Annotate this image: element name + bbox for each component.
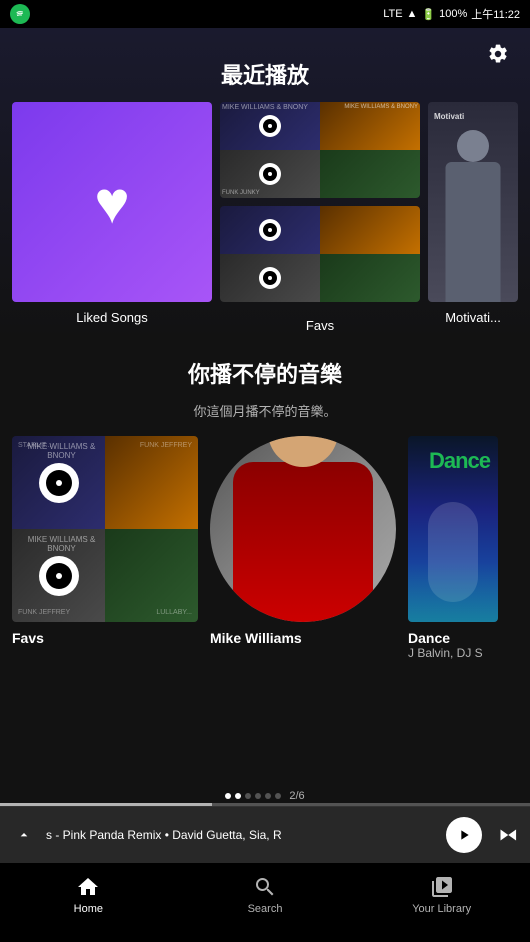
dot-2 (235, 793, 241, 799)
mike-williams-art (210, 436, 396, 622)
playback-controls (446, 817, 518, 853)
settings-button[interactable] (482, 38, 514, 70)
home-icon (76, 875, 100, 899)
heart-icon: ♥ (94, 168, 130, 237)
time: 上午11:22 (471, 6, 520, 22)
search-label: Search (248, 903, 283, 915)
network-type: LTE (383, 8, 402, 20)
play-item-favs-label: Favs (12, 630, 198, 646)
collapse-button[interactable] (12, 823, 36, 847)
motivation-art: Motivati (428, 102, 518, 302)
you-play-subtitle: 你這個月播不停的音樂。 (12, 401, 518, 420)
you-play-grid: MIKE WILLIAMS & BNONY FUNK JEFFREY LULLA… (12, 436, 518, 664)
recently-item-liked-songs[interactable]: ♥ Liked Songs (12, 102, 212, 333)
now-playing-track: s - Pink Panda Remix • David Guetta, Sia… (46, 828, 436, 842)
library-label: Your Library (412, 903, 471, 915)
dance-label: Dance (408, 630, 498, 646)
motivation-label: Motivati... (428, 310, 518, 325)
status-bar: LTE ▲ 🔋 100% 上午11:22 (0, 0, 530, 28)
play-item-dance[interactable]: Dance Dance J Balvin, DJ S (408, 436, 498, 660)
play-pause-button[interactable] (446, 817, 482, 853)
nav-item-home[interactable]: Home (0, 875, 177, 915)
now-playing-bar[interactable]: s - Pink Panda Remix • David Guetta, Sia… (0, 806, 530, 862)
you-play-section: 你播不停的音樂 你這個月播不停的音樂。 MIKE WILLIAMS & (0, 357, 530, 664)
liked-songs-label: Liked Songs (12, 310, 212, 325)
nav-item-search[interactable]: Search (177, 875, 354, 915)
battery-icon: 🔋 (421, 8, 435, 21)
recently-played-section: 最近播放 ♥ Liked Songs (0, 58, 530, 337)
dance-sublabel: J Balvin, DJ S (408, 646, 498, 660)
dot-4 (255, 793, 261, 799)
favs-label: Favs (220, 318, 420, 333)
play-item-mike-williams[interactable]: Mike Williams (210, 436, 396, 660)
play-item-favs[interactable]: MIKE WILLIAMS & BNONY FUNK JEFFREY LULLA… (12, 436, 198, 660)
dot-1 (225, 793, 231, 799)
dot-6 (275, 793, 281, 799)
dot-5 (265, 793, 271, 799)
you-play-title: 你播不停的音樂 (12, 357, 518, 389)
favs-top-art: MIKE WILLIAMS & BNONY FUNK JUNKY (220, 102, 420, 198)
home-label: Home (74, 903, 103, 915)
library-icon (430, 875, 454, 899)
mike-williams-label: Mike Williams (210, 630, 396, 646)
recently-item-motivation[interactable]: Motivati Motivati... (428, 102, 518, 333)
liked-songs-art: ♥ (12, 102, 212, 302)
main-content: 最近播放 ♥ Liked Songs (0, 28, 530, 806)
recently-played-grid: ♥ Liked Songs (12, 102, 518, 337)
progress-dots (225, 793, 281, 799)
skip-next-button[interactable] (494, 823, 518, 847)
liked-songs-background: ♥ (12, 102, 212, 302)
play-item-favs-art: MIKE WILLIAMS & BNONY FUNK JEFFREY LULLA… (12, 436, 198, 622)
progress-label: 2/6 (289, 790, 304, 802)
dance-art: Dance (408, 436, 498, 622)
nav-item-library[interactable]: Your Library (353, 875, 530, 915)
spotify-logo (10, 4, 30, 24)
favs-bottom-art (220, 206, 420, 302)
signal-icon: ▲ (407, 8, 418, 20)
dot-3 (245, 793, 251, 799)
battery-level: 100% (439, 8, 467, 20)
bottom-nav: Home Search Your Library (0, 862, 530, 942)
search-icon (253, 875, 277, 899)
recently-item-favs[interactable]: MIKE WILLIAMS & BNONY FUNK JUNKY (220, 102, 420, 333)
recently-played-title: 最近播放 (12, 58, 518, 90)
progress-info: 2/6 (0, 790, 530, 802)
